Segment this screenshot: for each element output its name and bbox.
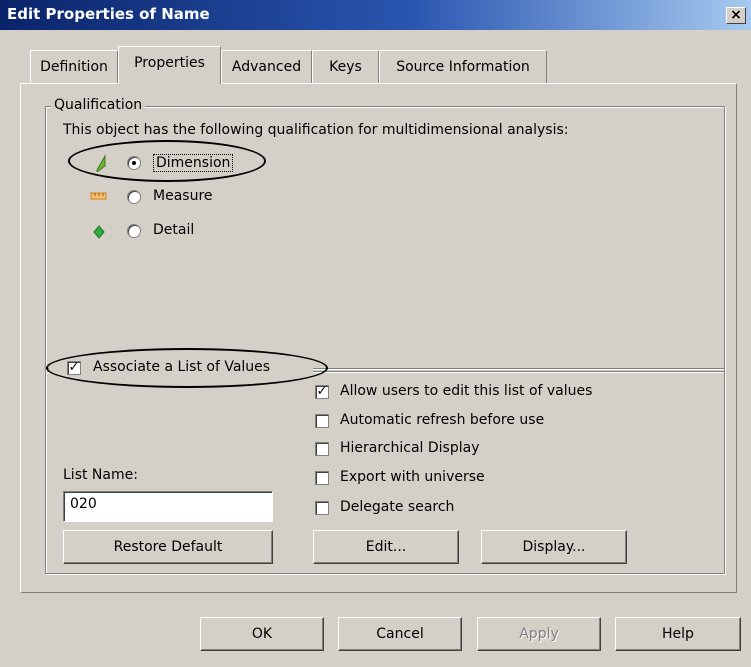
dimension-icon bbox=[96, 154, 106, 172]
tab-properties[interactable]: Properties bbox=[118, 46, 221, 84]
tab-definition[interactable]: Definition bbox=[30, 50, 118, 83]
window-title: Edit Properties of Name bbox=[7, 5, 210, 23]
edit-properties-dialog: Edit Properties of Name × Definition Pro… bbox=[0, 0, 751, 667]
allow-edit-label[interactable]: Allow users to edit this list of values bbox=[340, 383, 592, 399]
cancel-button[interactable]: Cancel bbox=[338, 617, 462, 651]
list-name-input[interactable]: 020 bbox=[63, 491, 273, 522]
allow-edit-checkbox[interactable]: ✓ bbox=[315, 385, 329, 399]
qualification-legend: Qualification bbox=[51, 97, 146, 113]
measure-radio[interactable] bbox=[127, 190, 141, 204]
qualification-group bbox=[45, 106, 725, 372]
delegate-search-checkbox[interactable] bbox=[315, 501, 329, 515]
restore-default-button[interactable]: Restore Default bbox=[63, 530, 273, 564]
automatic-refresh-checkbox[interactable] bbox=[315, 414, 329, 428]
ok-button[interactable]: OK bbox=[200, 617, 324, 651]
delegate-search-label[interactable]: Delegate search bbox=[340, 499, 454, 515]
tab-keys[interactable]: Keys bbox=[312, 50, 379, 83]
associate-lov-label[interactable]: Associate a List of Values bbox=[93, 359, 270, 375]
dimension-label[interactable]: Dimension bbox=[153, 154, 234, 172]
qualification-description: This object has the following qualificat… bbox=[63, 122, 569, 138]
hierarchical-display-checkbox[interactable] bbox=[315, 442, 329, 456]
measure-icon bbox=[90, 192, 107, 200]
apply-button[interactable]: Apply bbox=[477, 617, 601, 651]
tab-advanced[interactable]: Advanced bbox=[221, 50, 312, 83]
export-with-universe-label[interactable]: Export with universe bbox=[340, 469, 485, 485]
hierarchical-display-label[interactable]: Hierarchical Display bbox=[340, 440, 480, 456]
display-lov-button[interactable]: Display... bbox=[481, 530, 627, 564]
list-name-label: List Name: bbox=[63, 467, 138, 483]
measure-label[interactable]: Measure bbox=[153, 188, 213, 204]
associate-lov-checkbox[interactable]: ✓ bbox=[67, 361, 81, 375]
detail-radio[interactable] bbox=[127, 224, 141, 238]
title-bar[interactable]: Edit Properties of Name × bbox=[0, 0, 751, 30]
help-button[interactable]: Help bbox=[615, 617, 741, 651]
dimension-radio[interactable] bbox=[127, 156, 141, 170]
export-with-universe-checkbox[interactable] bbox=[315, 471, 329, 485]
automatic-refresh-label[interactable]: Automatic refresh before use bbox=[340, 412, 544, 428]
close-button[interactable]: × bbox=[726, 7, 746, 24]
detail-icon bbox=[93, 225, 105, 239]
tab-source-information[interactable]: Source Information bbox=[379, 50, 547, 83]
detail-label[interactable]: Detail bbox=[153, 222, 194, 238]
properties-panel: Qualification This object has the follow… bbox=[20, 83, 737, 593]
edit-lov-button[interactable]: Edit... bbox=[313, 530, 459, 564]
